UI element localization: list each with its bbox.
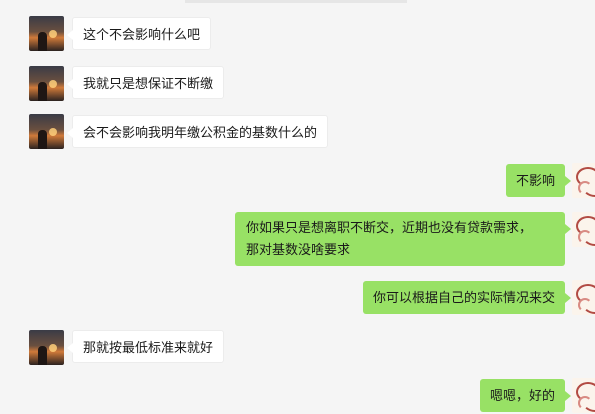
message-bubble[interactable]: 你如果只是想离职不断交，近期也没有贷款需求， 那对基数没啥要求 [235, 212, 571, 266]
person-silhouette-icon [38, 32, 47, 51]
person-silhouette-icon [38, 346, 47, 365]
window-top-bar [185, 0, 407, 3]
message-text: 嗯嗯，好的 [489, 389, 555, 404]
message-text: 那就按最低标准来就好 [83, 341, 214, 356]
my-avatar[interactable] [572, 212, 595, 247]
message-text: 这个不会影响什么吧 [83, 28, 201, 43]
message-text: 会不会影响我明年缴公积金的基数什么的 [83, 126, 318, 141]
swirl-icon [578, 396, 592, 410]
message-text-line: 那对基数没啥要求 [246, 243, 351, 258]
sunset-sun-icon [49, 30, 57, 38]
person-silhouette-icon [38, 82, 47, 101]
message-bubble[interactable]: 不影响 [505, 164, 572, 197]
contact-avatar[interactable] [29, 114, 64, 149]
message-bubble[interactable]: 那就按最低标准来就好 [66, 330, 225, 363]
message-bubble[interactable]: 你可以根据自己的实际情况来交 [362, 281, 572, 314]
message-bubble[interactable]: 会不会影响我明年缴公积金的基数什么的 [66, 115, 329, 148]
swirl-icon [578, 298, 592, 312]
person-silhouette-icon [38, 130, 47, 149]
message-text-line: 你如果只是想离职不断交，近期也没有贷款需求， [246, 221, 533, 236]
my-avatar[interactable] [572, 280, 595, 315]
message-bubble[interactable]: 嗯嗯，好的 [479, 379, 572, 412]
swirl-icon [578, 230, 592, 244]
my-avatar[interactable] [572, 378, 595, 413]
message-text: 你可以根据自己的实际情况来交 [372, 291, 555, 306]
sunset-sun-icon [49, 344, 57, 352]
message-text: 不影响 [515, 174, 555, 189]
my-avatar[interactable] [572, 163, 595, 198]
contact-avatar[interactable] [29, 66, 64, 101]
message-text: 我就只是想保证不断缴 [83, 77, 214, 92]
swirl-icon [578, 181, 592, 195]
message-bubble[interactable]: 这个不会影响什么吧 [66, 17, 212, 50]
sunset-sun-icon [49, 128, 57, 136]
message-bubble[interactable]: 我就只是想保证不断缴 [66, 66, 225, 99]
contact-avatar[interactable] [29, 330, 64, 365]
sunset-sun-icon [49, 80, 57, 88]
contact-avatar[interactable] [29, 16, 64, 51]
